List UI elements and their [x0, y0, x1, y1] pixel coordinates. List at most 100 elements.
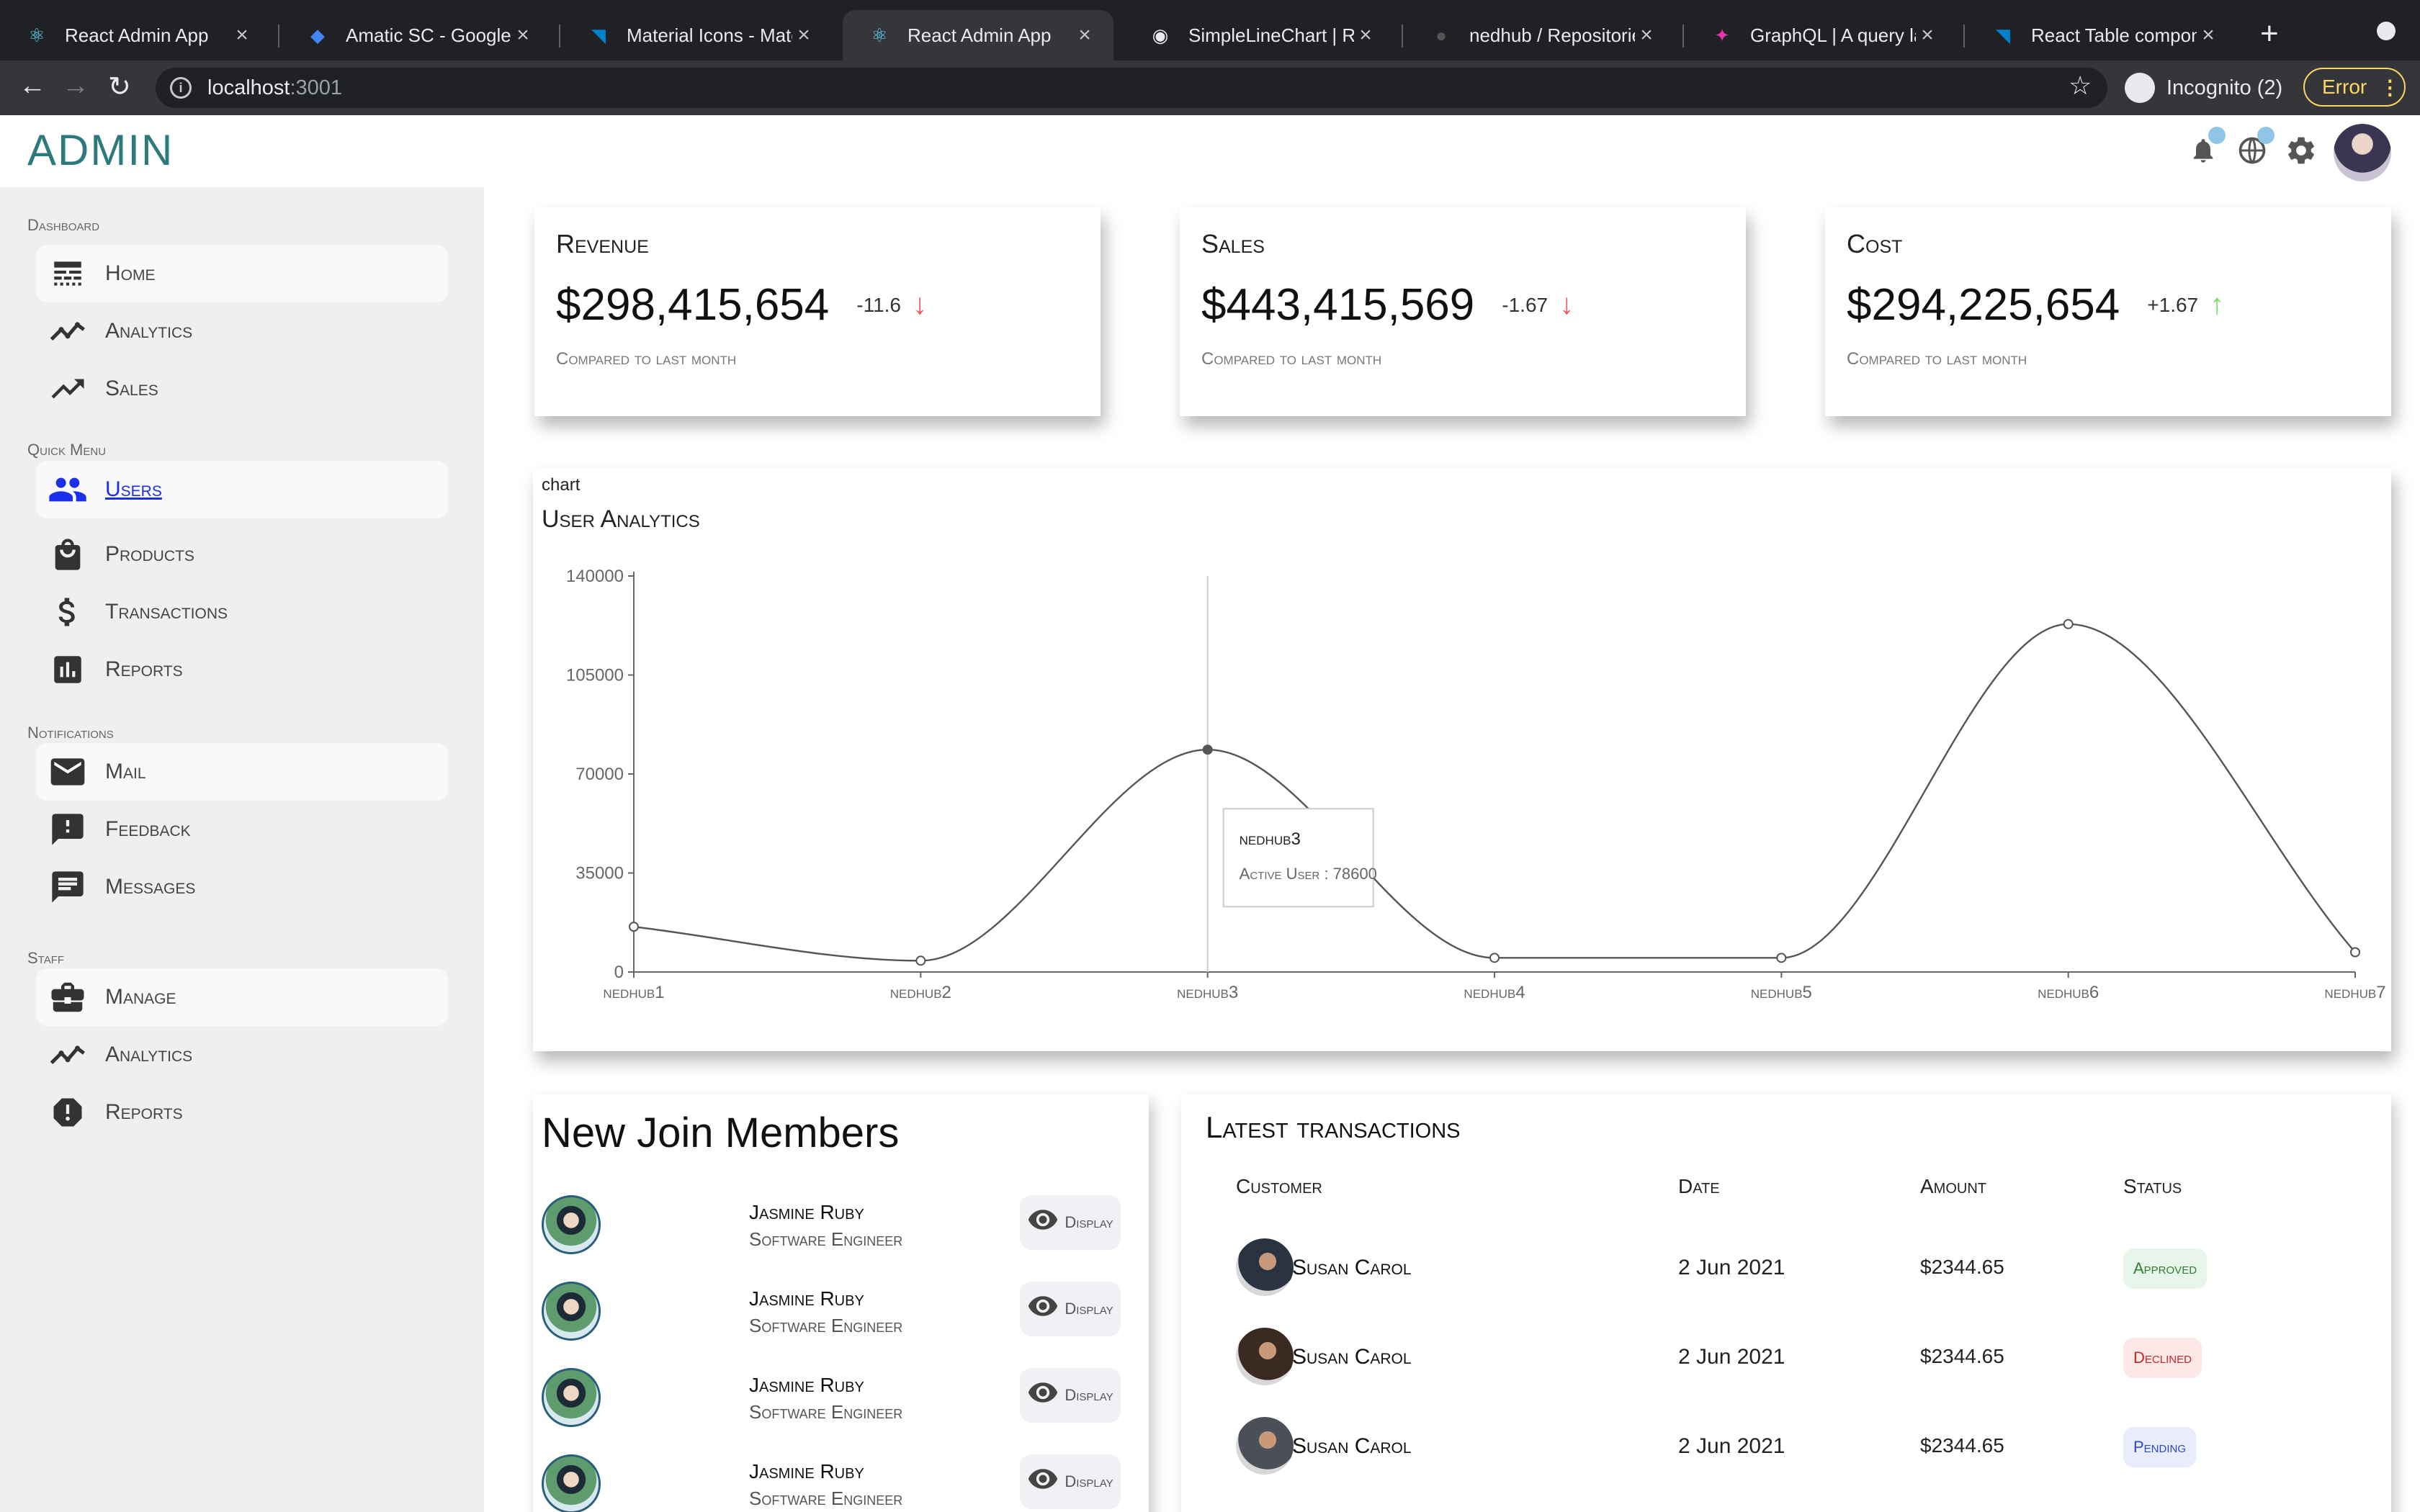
tab-close-icon[interactable]: ×	[2197, 23, 2220, 48]
customer-avatar	[1236, 1328, 1294, 1385]
tab-close-icon[interactable]: ×	[511, 23, 534, 48]
header-customer: Customer	[1236, 1175, 1322, 1197]
browser-tab[interactable]: ⚛ React Admin App ×	[843, 10, 1113, 60]
sidebar-item-transactions[interactable]: Transactions	[36, 583, 448, 641]
more-vert-icon: ⋮	[2380, 76, 2401, 99]
incognito-icon	[2125, 73, 2155, 103]
browser-tab[interactable]: ◆ Amatic SC - Google Fo×	[281, 10, 552, 60]
tab-search-button[interactable]	[2377, 22, 2396, 40]
transaction-row: Susan Carol 2 Jun 2021 $2344.65 Pending	[1181, 1417, 2391, 1482]
sidebar-item-manage[interactable]: Manage	[36, 968, 448, 1026]
status-badge[interactable]: Approved	[2123, 1248, 2208, 1289]
tab-close-icon[interactable]: ×	[1073, 23, 1096, 48]
display-button[interactable]: Display	[1020, 1454, 1121, 1509]
language-icon[interactable]	[2233, 127, 2275, 170]
tab-close-icon[interactable]: ×	[1354, 23, 1377, 48]
react-icon: ⚛	[871, 24, 888, 46]
x-tick-label: nedhub1	[603, 983, 664, 1002]
browser-toolbar: ← → ↻ i localhost:3001 ☆ Incognito (2) E…	[0, 60, 2420, 115]
reload-icon[interactable]: ↻	[108, 71, 131, 103]
new-members-title: New Join Members	[542, 1110, 900, 1156]
member-job: Software Engineer	[749, 1488, 903, 1509]
transaction-amount: $2344.65	[1920, 1256, 2004, 1278]
display-button[interactable]: Display	[1020, 1195, 1121, 1250]
tab-close-icon[interactable]: ×	[1635, 23, 1658, 48]
feedback-icon	[48, 809, 88, 850]
user-analytics-chart[interactable]: 0 35000 70000 105000 140000 nedhub1 nedhub2 ned…	[533, 468, 2391, 1051]
visibility-icon	[1027, 1290, 1059, 1328]
display-button[interactable]: Display	[1020, 1368, 1121, 1423]
featured-title: Cost	[1847, 229, 1903, 258]
sidebar-section-title: Dashboard	[27, 216, 100, 234]
bookmark-star-icon[interactable]: ☆	[2069, 71, 2092, 101]
member-name: Jasmine Ruby	[749, 1287, 864, 1310]
site-info-icon[interactable]: i	[170, 77, 192, 99]
transaction-date: 2 Jun 2021	[1678, 1345, 1785, 1369]
notifications-icon[interactable]	[2184, 127, 2226, 170]
sidebar-item-reports[interactable]: Reports	[36, 641, 448, 698]
new-tab-button[interactable]: +	[2260, 16, 2279, 52]
x-tick-label: nedhub3	[1177, 983, 1238, 1002]
data-point	[915, 955, 926, 966]
x-tick-label: nedhub4	[1464, 983, 1525, 1002]
browser-tab[interactable]: ◉ SimpleLineChart | Rech×	[1124, 10, 1394, 60]
tooltip-label: nedhub3	[1240, 829, 1301, 849]
trending-up-icon	[48, 369, 88, 409]
visibility-icon	[1027, 1377, 1059, 1415]
sidebar-item-messages[interactable]: Messages	[36, 858, 448, 916]
sidebar-item-feedback[interactable]: Feedback	[36, 801, 448, 858]
featured-money: $443,415,569	[1201, 280, 1475, 330]
tab-close-icon[interactable]: ×	[230, 23, 254, 48]
status-badge[interactable]: Pending	[2123, 1427, 2197, 1467]
sidebar-item-mail[interactable]: Mail	[36, 743, 448, 801]
globe-icon: ◉	[1152, 24, 1169, 46]
y-tick-label: 140000	[566, 567, 624, 586]
sidebar-item-analytics[interactable]: Analytics	[36, 302, 448, 360]
user-avatar[interactable]	[2334, 124, 2391, 181]
browser-tab[interactable]: ◥ React Table componen×	[1966, 10, 2237, 60]
featured-sub: Compared to last month	[1201, 349, 1382, 369]
browser-tab[interactable]: ◥ Material Icons - Materi×	[562, 10, 833, 60]
url-host: localhost	[207, 76, 290, 99]
sidebar: Dashboard Home Analytics Sales Quick Menu Use…	[0, 187, 484, 1512]
tab-title: nedhub / Repositories	[1469, 24, 1635, 46]
sidebar-item-label: Mail	[105, 760, 146, 783]
featured-sub: Compared to last month	[1847, 349, 2027, 369]
tab-separator	[1963, 24, 1965, 48]
display-button[interactable]: Display	[1020, 1282, 1121, 1336]
tab-title: Material Icons - Materi	[627, 24, 792, 46]
sidebar-item-reports[interactable]: Reports	[36, 1084, 448, 1141]
browser-tab[interactable]: ● nedhub / Repositories ×	[1404, 10, 1675, 60]
sidebar-item-sales[interactable]: Sales	[36, 360, 448, 418]
x-tick-label: nedhub7	[2324, 983, 2385, 1002]
sidebar-item-label: Sales	[105, 377, 158, 400]
sidebar-item-analytics[interactable]: Analytics	[36, 1026, 448, 1084]
tab-close-icon[interactable]: ×	[792, 23, 815, 48]
incognito-profile-button[interactable]: Incognito (2)	[2125, 68, 2282, 108]
error-button[interactable]: Error ⋮	[2303, 68, 2406, 107]
display-label: Display	[1065, 1386, 1113, 1404]
settings-icon[interactable]	[2282, 131, 2321, 170]
transaction-amount: $2344.65	[1920, 1345, 2004, 1367]
tab-title: React Admin App	[65, 24, 209, 46]
series-line-active-user	[633, 623, 2356, 962]
tab-close-icon[interactable]: ×	[1916, 23, 1939, 48]
status-badge[interactable]: Declined	[2123, 1338, 2202, 1378]
sidebar-item-home[interactable]: Home	[36, 245, 448, 302]
transaction-row: Susan Carol 2 Jun 2021 $2344.65 Declined	[1181, 1328, 2391, 1392]
react-icon: ⚛	[28, 24, 45, 46]
people-icon	[48, 469, 88, 510]
back-icon[interactable]: ←	[19, 71, 46, 102]
customer-name: Susan Carol	[1292, 1434, 1412, 1458]
browser-tab[interactable]: ⚛ React Admin App ×	[0, 10, 271, 60]
app-logo[interactable]: ADMIN	[27, 125, 174, 175]
sidebar-item-label: Users	[105, 477, 162, 501]
member-name: Jasmine Ruby	[749, 1460, 864, 1482]
sidebar-section-title: Staff	[27, 949, 65, 967]
browser-tab[interactable]: ✦ GraphQL | A query lang×	[1685, 10, 1956, 60]
x-tick-label: nedhub5	[1751, 983, 1812, 1002]
sidebar-item-products[interactable]: Products	[36, 526, 448, 583]
sidebar-item-users[interactable]: Users	[36, 461, 448, 518]
forward-icon[interactable]: →	[62, 71, 89, 102]
address-bar[interactable]: i localhost:3001	[156, 68, 2107, 108]
